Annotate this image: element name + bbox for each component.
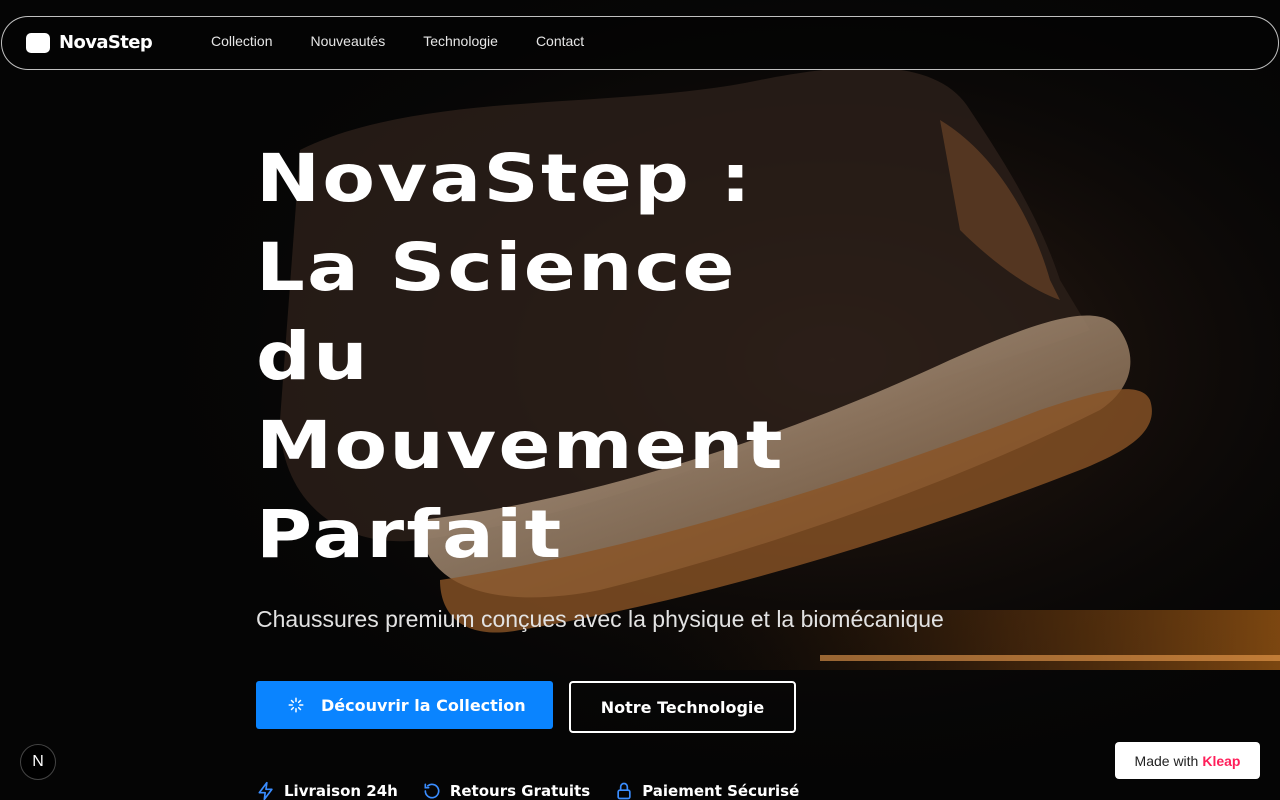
our-technology-label: Notre Technologie: [600, 697, 765, 717]
headline-line: Parfait: [256, 496, 564, 573]
lightning-icon: [258, 781, 273, 800]
nav-links: Collection Nouveautés Technologie Contac…: [211, 33, 622, 49]
nav-link-contact[interactable]: Contact: [536, 33, 584, 49]
nav-link-collection[interactable]: Collection: [211, 33, 272, 49]
feature-label: Retours Gratuits: [449, 782, 591, 800]
nav-link-technologie[interactable]: Technologie: [423, 33, 498, 49]
our-technology-button[interactable]: Notre Technologie: [569, 681, 796, 733]
made-with-kleap-badge[interactable]: Made with Kleap: [1115, 742, 1260, 779]
hero-subtitle: Chaussures premium conçues avec la physi…: [256, 606, 944, 632]
sparkles-icon: [288, 697, 304, 713]
top-navigation-bar: NovaStep Collection Nouveautés Technolog…: [1, 16, 1279, 70]
feature-secure-payment: Paiement Sécurisé: [614, 781, 799, 800]
nav-link-nouveautes[interactable]: Nouveautés: [310, 33, 385, 49]
refresh-icon: [424, 783, 440, 799]
headline-line: NovaStep :: [256, 140, 754, 217]
discover-collection-label: Découvrir la Collection: [321, 695, 526, 715]
feature-label: Livraison 24h: [284, 782, 398, 800]
brand-logo-icon: [26, 32, 50, 53]
feature-delivery: Livraison 24h: [256, 781, 398, 800]
kleap-brand-text: Kleap: [1202, 752, 1241, 769]
feature-returns: Retours Gratuits: [422, 781, 590, 800]
headline-line: Mouvement: [256, 407, 785, 484]
made-with-text: Made with: [1134, 752, 1199, 769]
feature-label: Paiement Sécurisé: [642, 782, 800, 800]
nextjs-logo-icon: N: [32, 753, 44, 770]
features-list: Livraison 24h Retours Gratuits Paiement …: [256, 781, 823, 800]
hero-headline: NovaStep : La Science du Mouvement Parfa…: [256, 134, 785, 579]
headline-line: La Science: [256, 229, 737, 306]
headline-line: du: [256, 318, 370, 395]
nextjs-dev-badge[interactable]: N: [20, 744, 56, 780]
brand-logo-link[interactable]: NovaStep: [26, 32, 153, 53]
discover-collection-button[interactable]: Découvrir la Collection: [256, 681, 553, 729]
lock-icon: [617, 782, 631, 800]
brand-name: NovaStep: [59, 32, 153, 53]
